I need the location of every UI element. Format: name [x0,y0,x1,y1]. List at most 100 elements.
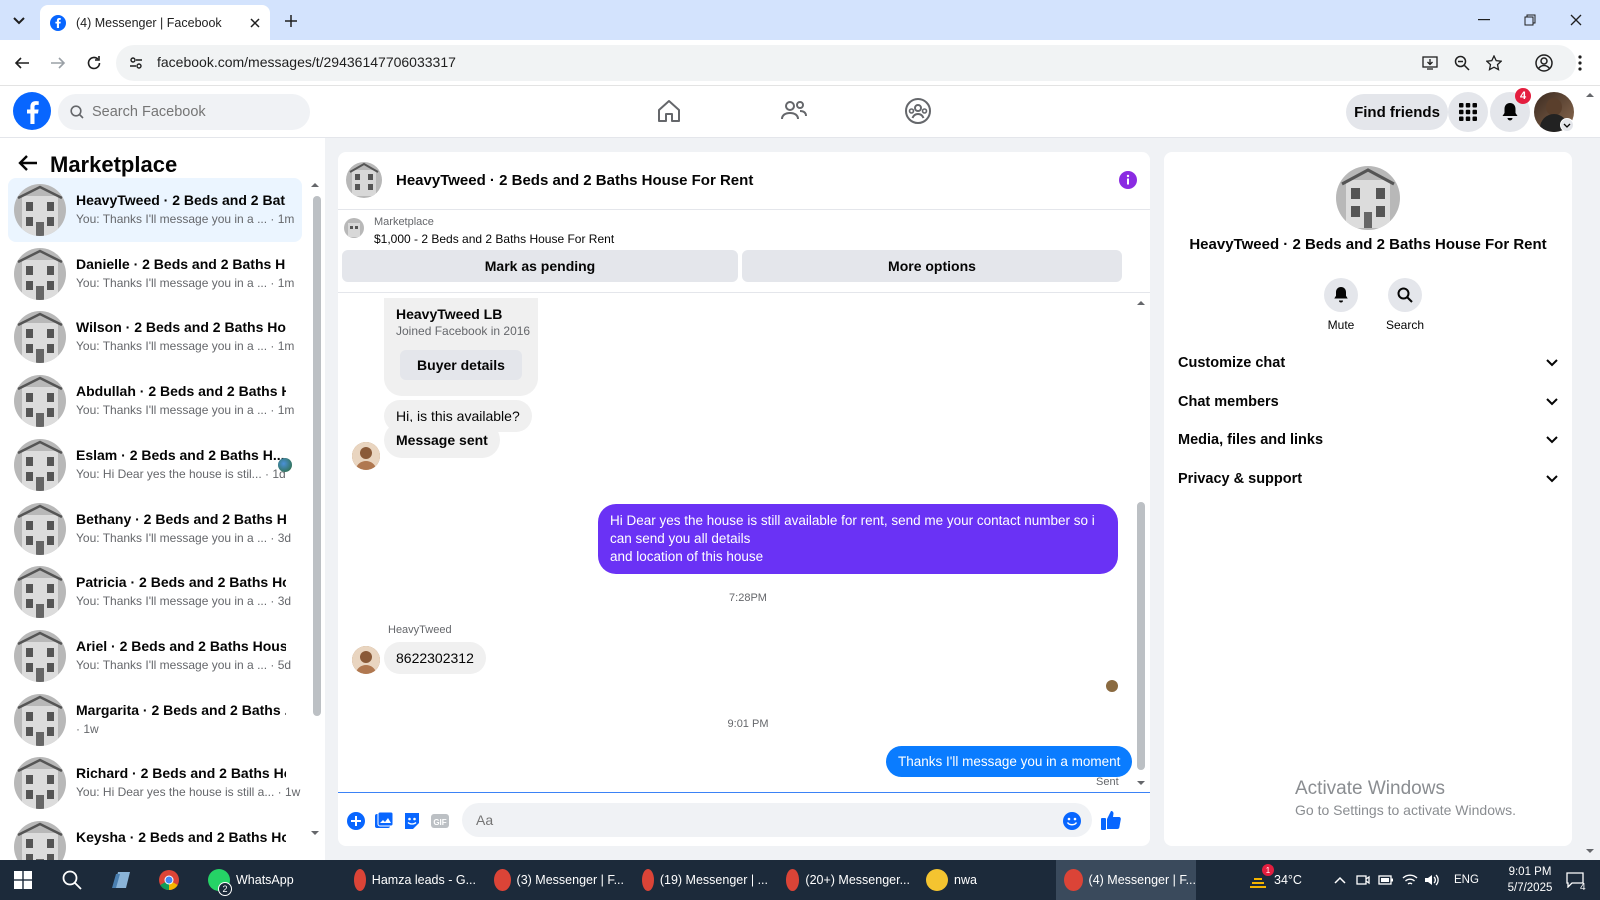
conversation-thumbnail [14,566,66,619]
buyer-avatar[interactable] [352,442,380,470]
tray-chevron-up-icon[interactable] [1334,860,1346,900]
details-section-row[interactable]: Chat members [1178,383,1558,421]
chat-title[interactable]: HeavyTweed · 2 Beds and 2 Baths House Fo… [396,172,753,189]
account-chevron-down-icon[interactable] [1560,118,1574,132]
activate-subtitle: Go to Settings to activate Windows. [1295,802,1516,818]
install-app-icon[interactable] [1418,51,1442,75]
plus-circle-icon[interactable] [346,811,366,831]
sticker-icon[interactable] [402,811,422,831]
message-sent-card[interactable]: Message sent [384,422,500,458]
conversation-item[interactable]: Richard · 2 Beds and 2 Baths Ho... You: H… [8,751,302,815]
details-section-row[interactable]: Media, files and links [1178,421,1558,459]
search-action[interactable]: Search [1375,278,1435,332]
emoji-icon[interactable] [1062,811,1082,831]
info-icon[interactable] [1118,170,1138,190]
site-info-icon[interactable] [124,51,148,75]
friends-icon[interactable] [780,98,808,124]
find-friends-button[interactable]: Find friends [1346,94,1448,130]
browser-tab-active[interactable]: (4) Messenger | Facebook [40,5,270,40]
conversation-item[interactable]: Wilson · 2 Beds and 2 Baths Ho... You: Th… [8,305,302,369]
clock[interactable]: 9:01 PM 5/7/2025 [1490,864,1570,896]
conversation-item[interactable]: Bethany · 2 Beds and 2 Baths H... You: Th… [8,497,302,561]
tab-close-icon[interactable] [250,17,260,28]
mark-as-pending-button[interactable]: Mark as pending [342,250,738,282]
weather-widget[interactable]: 34°C [1248,860,1302,900]
conversation-thumbnail [14,184,66,236]
details-section-row[interactable]: Privacy & support [1178,460,1558,498]
photo-icon[interactable] [374,811,394,831]
chat-scrollbar[interactable] [1137,502,1145,770]
buyer-avatar[interactable] [352,646,380,674]
minimize-icon[interactable] [1466,8,1502,32]
buyer-joined: Joined Facebook in 2016 [396,324,531,338]
file-explorer-icon[interactable] [110,860,132,900]
zoom-icon[interactable] [1450,51,1474,75]
details-section-row[interactable]: Customize chat [1178,344,1558,382]
like-thumb-icon[interactable] [1100,809,1122,831]
restore-icon[interactable] [1512,8,1548,32]
mute-label: Mute [1327,318,1355,332]
close-window-icon[interactable] [1558,8,1594,32]
taskbar-app-item[interactable]: (3) Messenger | F... [486,860,624,900]
conversation-item[interactable]: Margarita · 2 Beds and 2 Baths ... · 1w [8,688,302,752]
battery-icon[interactable] [1378,860,1394,900]
conversation-item[interactable]: Danielle · 2 Beds and 2 Baths H... You: T… [8,242,302,306]
taskbar-search-icon[interactable] [62,860,82,900]
listing-thumbnail[interactable] [346,162,382,198]
taskbar-app-item[interactable]: Hamza leads - G... [346,860,476,900]
back-arrow-icon[interactable] [18,154,38,172]
more-options-button[interactable]: More options [742,250,1122,282]
facebook-logo-icon[interactable] [13,92,51,130]
search-input[interactable] [92,104,292,120]
browser-menu-icon[interactable] [1568,51,1592,75]
conversation-item[interactable]: Eslam · 2 Beds and 2 Baths H... You: Hi D… [8,433,302,497]
message-input[interactable] [462,803,1092,837]
chat-scroll-up-icon[interactable] [1136,300,1146,306]
profile-icon[interactable] [1532,51,1556,75]
scroll-down-icon[interactable] [310,830,320,836]
new-tab-icon[interactable] [280,10,302,32]
gif-icon[interactable]: GIF [430,811,450,831]
incoming-number-bubble[interactable]: 8622302312 [384,642,486,674]
weather-temp: 34°C [1274,873,1302,887]
scroll-up-icon[interactable] [310,182,320,188]
conversation-preview: You: Thanks I'll message you in a ... · … [76,339,295,354]
page-scrollbar[interactable] [1586,88,1594,858]
taskbar-app-item[interactable]: nwa [918,860,1046,900]
taskbar-app-item[interactable]: (20+) Messenger... [778,860,910,900]
home-icon[interactable] [656,98,682,124]
listing-photo[interactable] [1336,166,1400,230]
weather-badge: 1 [1262,864,1274,876]
url-text[interactable]: facebook.com/messages/t/2943614770603331… [157,54,456,70]
outgoing-short-message-bubble[interactable]: Thanks I'll message you in a moment [886,746,1133,777]
camera-tray-icon[interactable] [1356,860,1370,900]
reload-icon[interactable] [82,51,106,75]
chat-details-panel: HeavyTweed · 2 Beds and 2 Baths House Fo… [1164,152,1572,846]
wifi-icon[interactable] [1402,860,1418,900]
forward-arrow-icon[interactable] [46,51,70,75]
facebook-search-box[interactable] [58,94,310,130]
groups-icon[interactable] [904,97,932,125]
volume-icon[interactable] [1424,860,1440,900]
conversation-list-scrollbar[interactable] [313,196,321,716]
buyer-details-button[interactable]: Buyer details [400,350,522,380]
conversation-item[interactable]: Ariel · 2 Beds and 2 Baths Hous... You: T… [8,624,302,688]
back-arrow-icon[interactable] [10,51,34,75]
language-indicator[interactable]: ENG [1454,860,1479,900]
tab-search-icon[interactable] [8,10,30,32]
taskbar-app-item[interactable]: (19) Messenger | ... [634,860,768,900]
bookmark-star-icon[interactable] [1482,51,1506,75]
taskbar-app-item[interactable]: (4) Messenger | F... [1056,860,1196,900]
conversation-item[interactable]: Patricia · 2 Beds and 2 Baths Ho... You: … [8,560,302,624]
windows-start-icon[interactable] [14,860,32,900]
chrome-icon[interactable] [158,860,180,900]
notification-center-icon[interactable] [1566,860,1584,900]
outgoing-message-bubble[interactable]: Hi Dear yes the house is still available… [598,504,1118,574]
chat-scroll-down-icon[interactable] [1136,780,1146,786]
menu-grid-icon[interactable] [1448,92,1488,132]
conversation-item[interactable]: HeavyTweed · 2 Beds and 2 Bat... You: Tha… [8,178,302,242]
listing-price-line[interactable]: $1,000 - 2 Beds and 2 Baths House For Re… [374,232,614,246]
taskbar-app-label: (3) Messenger | F... [516,873,624,887]
mute-action[interactable]: Mute [1311,278,1371,332]
conversation-item[interactable]: Abdullah · 2 Beds and 2 Baths H... You: T… [8,369,302,433]
